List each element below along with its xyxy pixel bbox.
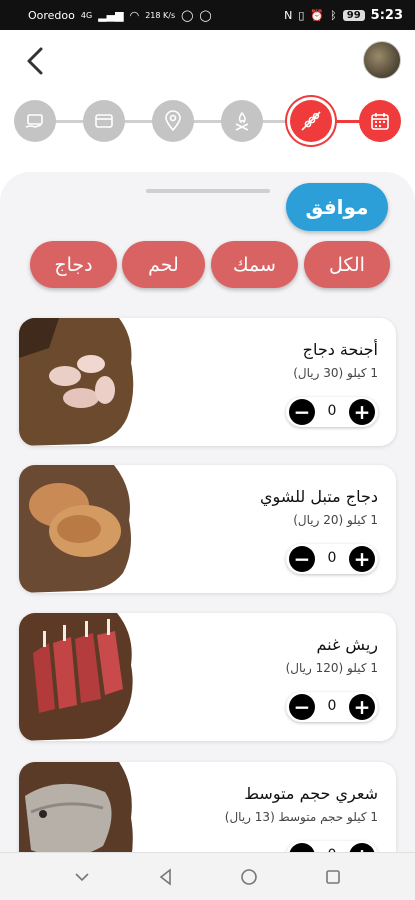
product-name: شعري حجم متوسط [244, 784, 378, 803]
back-triangle-icon [159, 867, 171, 886]
calendar-icon [371, 113, 389, 130]
product-name: أجنحة دجاج [302, 340, 378, 359]
card-icon [95, 114, 113, 128]
back-button[interactable] [18, 44, 52, 78]
nav-home-button[interactable] [234, 862, 264, 892]
quantity-stepper: − 0 + [286, 544, 378, 574]
whatsapp-icon: ◯ [181, 8, 194, 22]
product-unit-price: 1 كيلو حجم متوسط (13 ريال) [224, 810, 378, 824]
quantity-stepper: − 0 + [286, 692, 378, 722]
category-filters: الكل سمك لحم دجاج [30, 241, 390, 289]
product-name: ريش غنم [316, 635, 378, 654]
marinated-chicken-image [19, 465, 131, 593]
signal-icon: ▂▄▆ [98, 8, 124, 22]
quantity-stepper: − 0 + [286, 397, 378, 427]
payment-hand-icon [25, 114, 43, 128]
step-location[interactable] [152, 100, 194, 142]
filter-chicken[interactable]: دجاج [30, 241, 117, 288]
nav-recents-button[interactable] [318, 862, 348, 892]
location-pin-icon [165, 110, 181, 132]
vibrate-icon: ▯ [298, 8, 305, 22]
status-right: N ▯ ⏰ ᛒ 99 5:23 [284, 8, 403, 23]
alarm-icon: ⏰ [310, 8, 325, 22]
profile-avatar[interactable] [363, 41, 401, 79]
filter-fish[interactable]: سمك [211, 241, 298, 288]
whatsapp-icon-2: ◯ [199, 8, 212, 22]
skewer-icon [301, 111, 321, 131]
status-bar: Ooredoo 4G ▂▄▆ ◠ 218 K/s ◯ ◯ N ▯ ⏰ ᛒ 99 … [0, 0, 415, 30]
recents-square-icon [326, 869, 340, 884]
chevron-down-icon [75, 872, 89, 881]
lamb-chops-image [19, 613, 133, 741]
carrier-name: Ooredoo [28, 8, 75, 22]
status-time: 5:23 [370, 7, 403, 23]
filter-all[interactable]: الكل [304, 241, 390, 288]
nav-back-button[interactable] [151, 862, 181, 892]
ok-button[interactable]: موافق [286, 183, 388, 231]
chicken-wings-image [19, 318, 134, 446]
increase-button[interactable]: + [349, 399, 375, 425]
status-left: Ooredoo 4G ▂▄▆ ◠ 218 K/s ◯ ◯ [28, 9, 212, 22]
step-payment[interactable] [14, 100, 56, 142]
increase-button[interactable]: + [349, 546, 375, 572]
data-speed: 218 K/s [145, 10, 176, 20]
wifi-icon: ◠ [129, 8, 140, 22]
product-unit-price: 1 كيلو (120 ريال) [285, 661, 378, 675]
product-card: أجنحة دجاج 1 كيلو (30 ريال) − 0 + [19, 318, 396, 446]
order-stepper [10, 96, 405, 146]
battery-icon: 99 [342, 9, 365, 21]
sheet-handle[interactable] [146, 189, 270, 193]
step-skewer[interactable] [290, 100, 332, 142]
step-calendar[interactable] [359, 100, 401, 142]
product-card: دجاج متبل للشوي 1 كيلو (20 ريال) − 0 + [19, 465, 396, 593]
home-circle-icon [241, 868, 258, 885]
nav-hide-button[interactable] [67, 862, 97, 892]
product-card: ريش غنم 1 كيلو (120 ريال) − 0 + [19, 613, 396, 741]
top-bar [0, 30, 415, 94]
chevron-left-icon [27, 47, 43, 75]
nfc-icon: N [284, 8, 293, 22]
product-name: دجاج متبل للشوي [260, 487, 378, 506]
step-grill[interactable] [221, 100, 263, 142]
product-unit-price: 1 كيلو (20 ريال) [293, 513, 378, 527]
network-type: 4G [80, 10, 93, 20]
increase-button[interactable]: + [349, 694, 375, 720]
grill-fire-icon [235, 111, 249, 131]
system-nav-bar [0, 852, 415, 900]
step-card[interactable] [83, 100, 125, 142]
product-unit-price: 1 كيلو (30 ريال) [293, 366, 378, 380]
bluetooth-icon: ᛒ [330, 8, 337, 22]
filter-meat[interactable]: لحم [122, 241, 205, 288]
